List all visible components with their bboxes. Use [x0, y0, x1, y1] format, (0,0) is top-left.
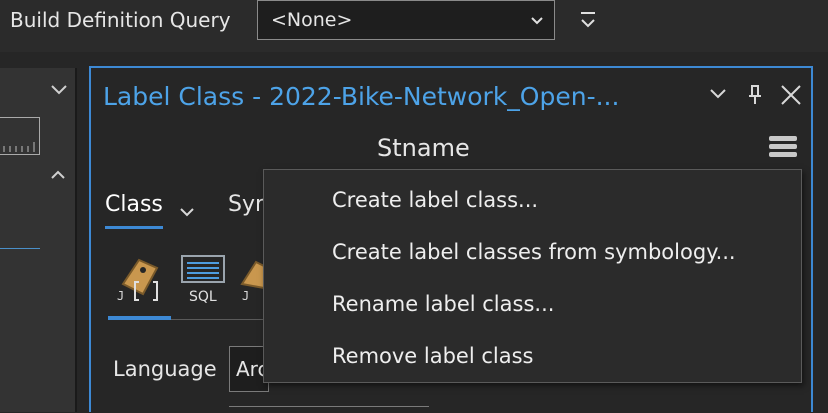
- svg-text:J: J: [117, 289, 124, 303]
- label-class-name: Stname: [377, 134, 470, 162]
- menu-item-create-label-class[interactable]: Create label class...: [264, 174, 801, 226]
- ruler-control[interactable]: [0, 117, 40, 155]
- chevron-down-icon: [530, 13, 544, 32]
- chevron-down-icon[interactable]: [179, 203, 195, 222]
- chevron-down-icon[interactable]: [50, 82, 68, 101]
- sub-tab-active-indicator: [108, 316, 171, 320]
- label-expression-icon[interactable]: J: [113, 254, 167, 308]
- close-icon[interactable]: [780, 84, 802, 110]
- label-class-context-menu: Create label class... Create label class…: [263, 169, 802, 383]
- panel-title: Label Class - 2022-Bike-Network_Open-...: [103, 82, 620, 111]
- label-placement-icon[interactable]: J: [240, 254, 265, 308]
- top-toolbar: Build Definition Query <None>: [0, 0, 828, 52]
- chevron-up-icon[interactable]: [50, 166, 66, 185]
- pane-separator: [0, 248, 40, 249]
- hamburger-icon[interactable]: [769, 136, 797, 158]
- sql-icon-text: SQL: [189, 289, 217, 304]
- pin-icon[interactable]: [746, 84, 764, 110]
- definition-query-value: <None>: [271, 9, 353, 31]
- chevron-down-icon[interactable]: [709, 86, 727, 105]
- tab-class[interactable]: Class: [105, 192, 163, 217]
- pane-divider[interactable]: [75, 68, 77, 412]
- language-label: Language: [113, 357, 217, 381]
- build-definition-query-label: Build Definition Query: [10, 8, 231, 32]
- menu-item-rename-label-class[interactable]: Rename label class...: [264, 278, 801, 330]
- filter-dropdown-icon[interactable]: [578, 10, 598, 38]
- definition-query-select[interactable]: <None>: [257, 0, 555, 40]
- tab-active-indicator: [105, 226, 163, 229]
- sql-query-icon[interactable]: SQL: [180, 254, 228, 308]
- menu-item-create-from-symbology[interactable]: Create label classes from symbology...: [264, 226, 801, 278]
- svg-text:J: J: [242, 289, 249, 303]
- sub-tab-separator: [171, 319, 271, 320]
- menu-item-remove-label-class[interactable]: Remove label class: [264, 330, 801, 382]
